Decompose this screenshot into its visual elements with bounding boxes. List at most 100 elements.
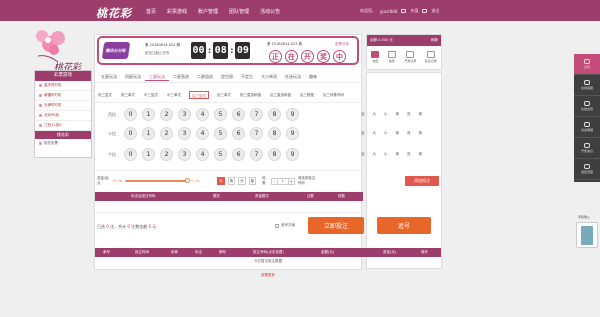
digit-ball[interactable]: 2 <box>160 148 173 161</box>
digit-ball[interactable]: 5 <box>214 127 227 140</box>
filter-clear[interactable]: 清 <box>419 131 423 136</box>
digit-ball[interactable]: 5 <box>214 108 227 121</box>
unit-li[interactable]: 厘 <box>248 177 257 185</box>
digit-ball[interactable]: 7 <box>250 148 263 161</box>
rebate-slider[interactable] <box>125 178 191 183</box>
subtab[interactable]: 前三复式 <box>97 91 113 99</box>
digit-ball[interactable]: 8 <box>268 127 281 140</box>
tab-play[interactable]: 任选玩法 <box>281 72 305 81</box>
filter-clear[interactable]: 清 <box>419 152 423 157</box>
digit-ball[interactable]: 0 <box>124 108 137 121</box>
nav-home[interactable]: 首页 <box>146 8 156 15</box>
account-withdraw[interactable]: 提现 <box>387 51 396 63</box>
tab-play[interactable]: 不定位 <box>237 72 257 81</box>
multiple-input[interactable]: 1 <box>277 177 288 185</box>
digit-ball[interactable]: 1 <box>142 108 155 121</box>
subtab[interactable]: 前三单式 <box>120 91 136 99</box>
slider-knob[interactable] <box>185 178 191 183</box>
nav-team[interactable]: 团队管理 <box>229 8 249 15</box>
tab-play[interactable]: 四星玩法 <box>121 72 145 81</box>
digit-ball[interactable]: 4 <box>196 127 209 140</box>
logout-icon[interactable] <box>422 9 428 13</box>
subtab[interactable]: 后三特殊号码 <box>322 91 345 99</box>
filter-big[interactable]: 大 <box>373 152 377 157</box>
tab-play[interactable]: 五星玩法 <box>97 72 121 81</box>
filter-small[interactable]: 小 <box>384 152 388 157</box>
account-bet-records[interactable]: 投注记录 <box>425 51 437 63</box>
digit-ball[interactable]: 1 <box>142 127 155 140</box>
digit-ball[interactable]: 9 <box>286 127 299 140</box>
subtab[interactable]: 后三单式 <box>216 91 232 99</box>
sidebar-support[interactable]: 在线客服 <box>574 75 600 96</box>
digit-ball[interactable]: 7 <box>250 108 263 121</box>
sidebar-funds[interactable]: 资金明细 <box>574 117 600 138</box>
sidebar-draws[interactable]: 开奖信息 <box>574 138 600 159</box>
subtab-active[interactable]: 后三复式 <box>189 91 209 99</box>
unit-fen[interactable]: 分 <box>238 177 246 185</box>
filter-even[interactable]: 双 <box>407 131 411 136</box>
filter-clear[interactable]: 清 <box>419 112 423 117</box>
username[interactable]: giast888 <box>380 9 397 14</box>
subtab[interactable]: 前三直选和值 <box>239 91 262 99</box>
digit-ball[interactable]: 9 <box>286 148 299 161</box>
digit-ball[interactable]: 5 <box>214 148 227 161</box>
recharge-link[interactable]: 充值 <box>410 8 418 14</box>
tab-play-active[interactable]: 三星玩法 <box>145 72 169 81</box>
subtab[interactable]: 后三直选和值 <box>269 91 292 99</box>
subtab[interactable]: 中三复式 <box>143 91 159 99</box>
digit-ball[interactable]: 4 <box>196 108 209 121</box>
add-bet-button[interactable]: 添加投注 <box>405 176 439 186</box>
digit-ball[interactable]: 6 <box>232 127 245 140</box>
trace-checkbox[interactable] <box>275 223 279 228</box>
digit-ball[interactable]: 0 <box>124 127 137 140</box>
trace-option[interactable]: 追号方案 <box>275 223 295 228</box>
digit-ball[interactable]: 7 <box>250 127 263 140</box>
sidebar-recharge[interactable]: 充值 <box>574 54 600 75</box>
digit-ball[interactable]: 6 <box>232 148 245 161</box>
digit-ball[interactable]: 3 <box>178 127 191 140</box>
account-recharge[interactable]: 充值 <box>371 51 380 63</box>
site-logo[interactable]: 桃花彩 <box>96 5 132 21</box>
logout-link[interactable]: 退出 <box>431 8 439 14</box>
menu-item-pk10[interactable]: 北京PK拾 <box>35 111 91 121</box>
place-order-button[interactable]: 立即投注 <box>308 217 364 234</box>
nav-account[interactable]: 账户管理 <box>198 8 218 15</box>
chase-button[interactable]: 追号 <box>377 217 431 234</box>
sidebar-top[interactable]: 返回顶部 <box>574 159 600 180</box>
subtab[interactable]: 中三单式 <box>166 91 182 99</box>
filter-small[interactable]: 小 <box>384 131 388 136</box>
digit-ball[interactable]: 9 <box>286 108 299 121</box>
filter-all[interactable]: 全 <box>361 112 365 117</box>
digit-ball[interactable]: 2 <box>160 108 173 121</box>
digit-ball[interactable]: 2 <box>160 127 173 140</box>
digit-ball[interactable]: 8 <box>268 148 281 161</box>
digit-ball[interactable]: 8 <box>268 108 281 121</box>
filter-odd[interactable]: 单 <box>396 112 400 117</box>
digit-ball[interactable]: 3 <box>178 108 191 121</box>
menu-item-tjssc[interactable]: 天津时时彩 <box>35 101 91 111</box>
digit-ball[interactable]: 4 <box>196 148 209 161</box>
digit-ball[interactable]: 0 <box>124 148 137 161</box>
subtab[interactable]: 后三跨度 <box>299 91 315 99</box>
menu-item-cqssc[interactable]: 重庆时时彩 <box>35 81 91 91</box>
decrement-button[interactable]: - <box>270 177 278 185</box>
view-more-link[interactable]: 查看更多 <box>95 273 441 278</box>
unit-jiao[interactable]: 角 <box>227 177 236 185</box>
nav-activity[interactable]: 活动公告 <box>260 8 280 15</box>
tab-play[interactable]: 定位胆 <box>217 72 237 81</box>
phone-icon[interactable] <box>576 222 598 248</box>
filter-odd[interactable]: 单 <box>396 152 400 157</box>
refresh-link[interactable]: 刷新 <box>431 38 438 43</box>
increment-button[interactable]: + <box>287 177 295 185</box>
tab-play[interactable]: 大小单双 <box>257 72 281 81</box>
menu-item-jx11x5[interactable]: 江西11选5 <box>35 121 91 131</box>
filter-all[interactable]: 全 <box>361 152 365 157</box>
filter-small[interactable]: 小 <box>384 112 388 117</box>
filter-odd[interactable]: 单 <box>396 131 400 136</box>
filter-all[interactable]: 全 <box>361 131 365 136</box>
tab-play[interactable]: 趣味 <box>305 72 321 81</box>
trend-link[interactable]: 走势分析 <box>335 42 349 47</box>
filter-big[interactable]: 大 <box>373 131 377 136</box>
tab-play[interactable]: 二星直选 <box>169 72 193 81</box>
unit-yuan[interactable]: 元 <box>217 177 225 185</box>
